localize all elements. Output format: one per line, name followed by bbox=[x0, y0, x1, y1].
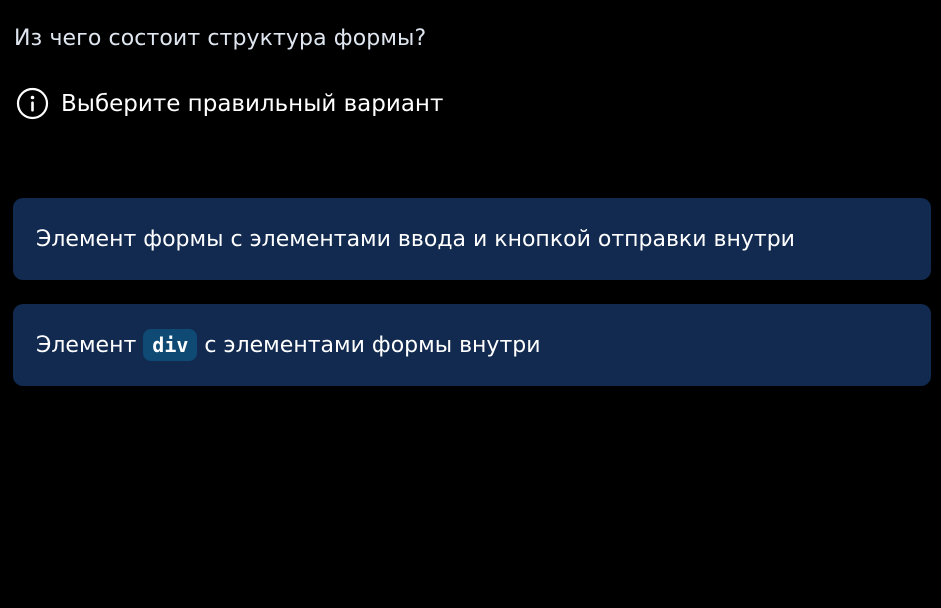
answer-option-label: Элемент формы с элементами ввода и кнопк… bbox=[36, 226, 795, 252]
question-title: Из чего состоит структура формы? bbox=[14, 26, 427, 51]
answer-option-suffix: с элементами формы внутри bbox=[204, 332, 541, 358]
answer-option-1[interactable]: Элемент формы с элементами ввода и кнопк… bbox=[13, 198, 931, 280]
info-icon bbox=[16, 87, 49, 120]
code-chip: div bbox=[143, 329, 198, 361]
answer-option-label: Элемент div с элементами формы внутри bbox=[36, 329, 541, 361]
hint-text: Выберите правильный вариант bbox=[61, 90, 444, 117]
answer-option-2[interactable]: Элемент div с элементами формы внутри bbox=[13, 304, 931, 386]
answer-option-prefix: Элемент bbox=[36, 332, 137, 358]
hint: Выберите правильный вариант bbox=[16, 87, 443, 120]
